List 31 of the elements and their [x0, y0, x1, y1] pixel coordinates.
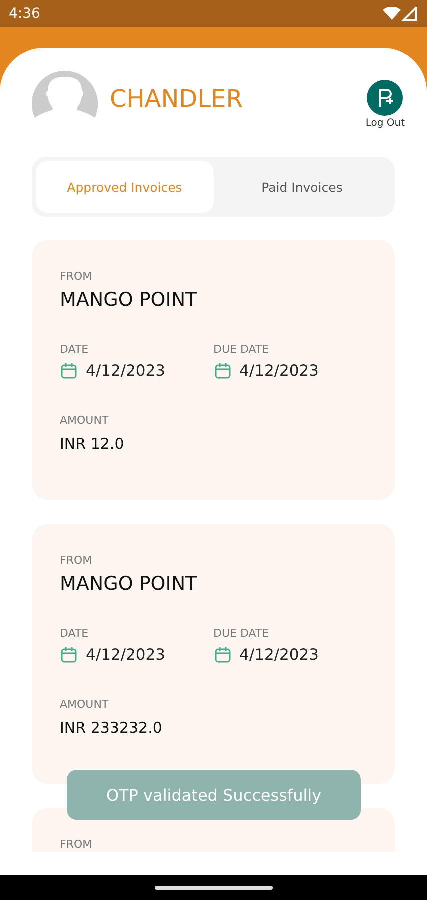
invoice-card[interactable]: FROM MANGO POINT DATE 4/12/2023 DUE DATE 4/12/2023 AMOUNT INR 12.0 — [32, 240, 395, 500]
invoice-card[interactable]: FROM MANGO POINT DATE 4/12/2023 DUE DATE 4/12/2023 AMOUNT INR 233232.0 — [32, 524, 395, 784]
due-date-label: DUE DATE — [214, 627, 270, 640]
from-label: FROM — [60, 554, 94, 567]
date-label: DATE — [60, 343, 90, 356]
toast-message: OTP validated Successfully — [67, 770, 361, 820]
date-value: 4/12/2023 — [86, 362, 166, 380]
home-indicator[interactable] — [154, 886, 272, 890]
due-date-label: DUE DATE — [214, 343, 270, 356]
calendar-icon — [214, 362, 232, 380]
vendor-name: MANGO POINT — [60, 289, 198, 311]
date-value: 4/12/2023 — [86, 646, 166, 664]
tab[interactable]: Paid Invoices — [214, 161, 391, 213]
amount-value: INR 12.0 — [60, 435, 126, 453]
due-date-value: 4/12/2023 — [240, 646, 319, 664]
calendar-icon — [60, 362, 78, 380]
logout-icon — [367, 80, 404, 116]
amount-label: AMOUNT — [60, 698, 110, 711]
calendar-icon — [214, 646, 232, 664]
from-label: FROM — [60, 270, 94, 283]
date-label: DATE — [60, 627, 90, 640]
amount-value: INR 233232.0 — [60, 719, 164, 737]
amount-label: AMOUNT — [60, 414, 110, 427]
user-name: CHANDLER — [110, 85, 244, 113]
signal-icon — [383, 6, 417, 20]
calendar-icon — [60, 646, 78, 664]
logout-button[interactable]: Log Out — [366, 80, 405, 128]
due-date-value: 4/12/2023 — [240, 362, 319, 380]
status-time: 4:36 — [9, 6, 40, 22]
from-label: FROM — [60, 838, 94, 851]
vendor-name: MANGO POINT — [60, 573, 198, 595]
